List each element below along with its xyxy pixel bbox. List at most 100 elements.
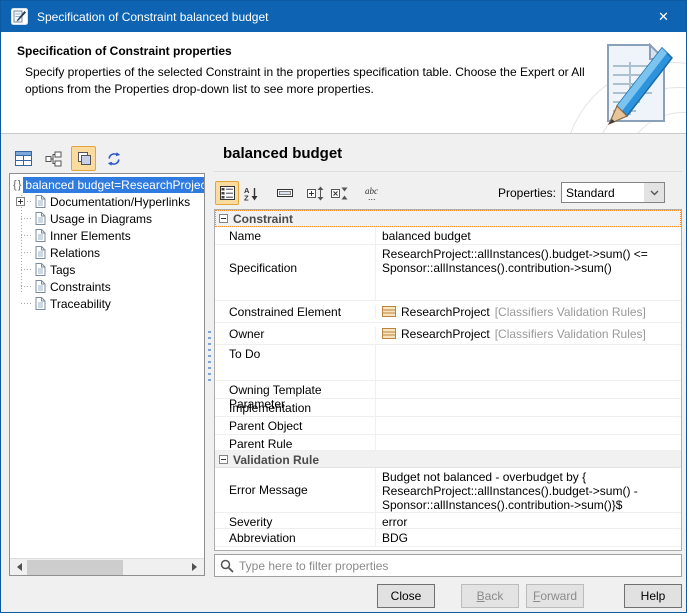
property-row-specification: Specification ResearchProject::allInstan… (215, 245, 681, 301)
tree-item-documentation[interactable]: Documentation/Hyperlinks (10, 193, 204, 210)
properties-view-icon[interactable] (11, 146, 36, 171)
filter-bar (214, 554, 682, 577)
group-label: Validation Rule (233, 453, 319, 467)
property-row-owning-template-parameter: Owning Template Parameter (215, 381, 681, 399)
window-title: Specification of Constraint balanced bud… (37, 10, 269, 24)
property-value[interactable]: ResearchProject [Classifiers Validation … (375, 305, 681, 319)
element-owner-path: [Classifiers Validation Rules] (495, 327, 646, 341)
property-name: Severity (215, 513, 375, 528)
title-bar: Specification of Constraint balanced bud… (1, 1, 686, 32)
scroll-right-icon[interactable] (187, 559, 204, 576)
left-toolbar (11, 146, 126, 171)
properties-table: Constraint Name balanced budget Specific… (214, 209, 682, 551)
containment-view-icon[interactable] (41, 146, 66, 171)
collapse-nodes-icon[interactable] (327, 181, 351, 205)
property-name: Error Message (215, 468, 375, 512)
document-icon (35, 195, 46, 208)
document-icon (35, 263, 46, 276)
property-value[interactable] (375, 417, 681, 434)
tree-item-label: Constraints (50, 280, 111, 294)
property-row-parent-rule: Parent Rule (215, 435, 681, 451)
property-name: Specification (215, 245, 375, 300)
property-value[interactable]: error (375, 513, 681, 528)
tree-root-label: balanced budget=ResearchProject: (23, 177, 204, 193)
class-icon (382, 328, 396, 339)
abbreviations-icon[interactable]: abc ... (361, 181, 385, 205)
group-header-validation-rule[interactable]: Validation Rule (215, 451, 681, 468)
document-icon (35, 246, 46, 259)
tree-root-item[interactable]: { } balanced budget=ResearchProject: (10, 176, 204, 193)
element-title: balanced budget (223, 145, 342, 162)
element-reference: ResearchProject (401, 327, 490, 341)
header-title: Specification of Constraint properties (17, 44, 232, 58)
tree-item-constraints[interactable]: Constraints (10, 278, 204, 295)
property-value[interactable]: Budget not balanced - overbudget by { Re… (375, 468, 681, 512)
tree-item-inner-elements[interactable]: Inner Elements (10, 227, 204, 244)
property-row-error-message: Error Message Budget not balanced - over… (215, 468, 681, 513)
property-value[interactable]: ResearchProject [Classifiers Validation … (375, 327, 681, 341)
forward-button[interactable]: Forward (526, 584, 584, 608)
tree-item-relations[interactable]: Relations (10, 244, 204, 261)
property-name: Owner (215, 327, 375, 341)
property-row-implementation: Implementation (215, 399, 681, 417)
tree-item-traceability[interactable]: Traceability (10, 295, 204, 312)
property-name: Parent Object (215, 417, 375, 434)
property-value[interactable] (375, 435, 681, 450)
tree-item-label: Usage in Diagrams (50, 212, 152, 226)
tree-item-tags[interactable]: Tags (10, 261, 204, 278)
expand-plus-icon[interactable] (16, 197, 25, 206)
search-icon (220, 559, 234, 573)
scrollbar-thumb[interactable] (27, 560, 123, 575)
property-value[interactable] (375, 381, 681, 398)
tree-horizontal-scrollbar[interactable] (10, 558, 204, 575)
property-row-parent-object: Parent Object (215, 417, 681, 435)
group-label: Constraint (233, 212, 293, 226)
filter-properties-input[interactable] (239, 559, 676, 573)
svg-text:...: ... (368, 192, 376, 201)
property-row-to-do: To Do (215, 345, 681, 381)
header-description: Specify properties of the selected Const… (25, 64, 587, 99)
property-name: To Do (215, 345, 375, 380)
splitter-handle[interactable] (208, 331, 211, 381)
constraint-braces-icon: { } (13, 179, 20, 191)
tree-item-label: Documentation/Hyperlinks (50, 195, 190, 209)
categorized-view-icon[interactable] (215, 181, 239, 205)
document-icon (35, 280, 46, 293)
title-separator (214, 171, 682, 172)
specification-dialog: Specification of Constraint balanced bud… (0, 0, 687, 613)
collapse-minus-icon[interactable] (219, 455, 228, 464)
tree-item-label: Inner Elements (50, 229, 131, 243)
refresh-icon[interactable] (101, 146, 126, 171)
chevron-down-icon[interactable] (644, 183, 664, 202)
back-button[interactable]: Back (461, 584, 519, 608)
property-value[interactable]: ResearchProject::allInstances().budget->… (375, 245, 681, 300)
group-header-constraint[interactable]: Constraint (215, 210, 681, 227)
bar-view-icon[interactable] (273, 181, 297, 205)
properties-toolbar: A Z (215, 181, 385, 205)
close-icon[interactable]: ✕ (641, 1, 686, 32)
property-value[interactable]: BDG (375, 529, 681, 546)
document-icon (35, 229, 46, 242)
collapse-minus-icon[interactable] (219, 214, 228, 223)
document-icon (35, 297, 46, 310)
expand-nodes-icon[interactable] (303, 181, 327, 205)
scroll-left-icon[interactable] (10, 559, 27, 576)
element-reference: ResearchProject (401, 305, 490, 319)
sort-alphabetically-icon[interactable]: A Z (239, 181, 263, 205)
property-row-owner: Owner ResearchProject [Classifiers Valid… (215, 323, 681, 345)
property-value[interactable] (375, 345, 681, 380)
property-value[interactable]: balanced budget (375, 227, 681, 244)
property-value[interactable] (375, 399, 681, 416)
close-button[interactable]: Close (377, 584, 435, 608)
property-name: Owning Template Parameter (215, 381, 375, 398)
property-row-constrained-element: Constrained Element ResearchProject [Cla… (215, 301, 681, 323)
svg-text:Z: Z (244, 193, 249, 201)
tree-item-label: Relations (50, 246, 100, 260)
tree-item-usage-in-diagrams[interactable]: Usage in Diagrams (10, 210, 204, 227)
help-button[interactable]: Help (624, 584, 682, 608)
panes-view-icon[interactable] (71, 146, 96, 171)
property-name: Parent Rule (215, 435, 375, 450)
properties-select[interactable]: Standard (561, 182, 665, 203)
tree-item-label: Traceability (50, 297, 111, 311)
property-name: Name (215, 227, 375, 244)
